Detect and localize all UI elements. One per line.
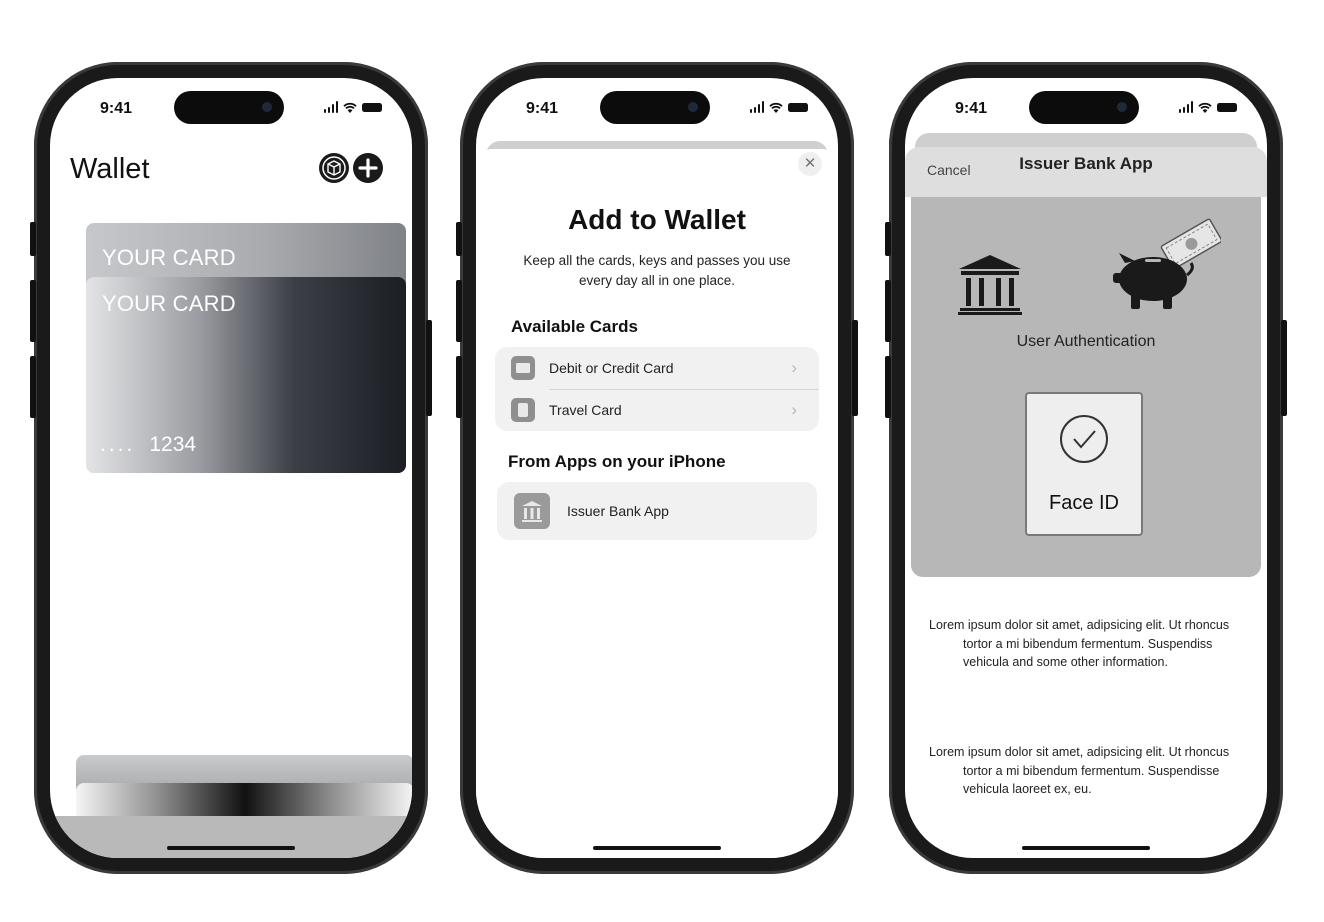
close-icon: ✕: [803, 155, 817, 172]
list-item-label: Travel Card: [549, 402, 622, 418]
wifi-icon: [343, 102, 357, 113]
chevron-right-icon: ›: [791, 358, 797, 377]
card-label: YOUR CARD: [102, 291, 236, 316]
volume-up-button: [30, 280, 36, 342]
list-item-travel-card[interactable]: Travel Card ›: [495, 389, 819, 431]
add-card-icon[interactable]: [352, 152, 384, 184]
piggy-bank-icon: [1113, 218, 1221, 309]
dynamic-island: [600, 91, 710, 124]
volume-down-button: [30, 356, 36, 418]
card-number-dots: ....: [100, 433, 136, 456]
status-time: 9:41: [100, 100, 133, 117]
mute-switch: [30, 222, 36, 256]
side-button: [1281, 320, 1287, 416]
status-bar: 9:41: [476, 78, 838, 130]
from-apps-heading: From Apps on your iPhone: [508, 452, 726, 471]
wallet-card-front[interactable]: YOUR CARD .... 1234: [86, 277, 406, 473]
stacked-pass[interactable]: [50, 816, 412, 858]
dynamic-island: [1029, 91, 1139, 124]
issuer-bank-screen: 9:41 Cancel Issuer Bank App User Authent…: [905, 78, 1267, 858]
list-item-issuer-bank-app[interactable]: Issuer Bank App: [497, 482, 817, 540]
close-button[interactable]: ✕: [798, 152, 822, 176]
list-item-debit-credit-card[interactable]: Debit or Credit Card ›: [495, 347, 819, 389]
wifi-icon: [769, 102, 783, 113]
signal-icon: [1178, 101, 1193, 113]
bank-building-icon: [958, 255, 1022, 315]
face-id-label: Face ID: [1048, 492, 1120, 514]
phone-wallet: 9:41 Wallet YOUR CARD YOUR CARD .... 123…: [30, 62, 432, 874]
navigation-bar: Cancel Issuer Bank App: [905, 147, 1267, 197]
dynamic-island: [174, 91, 284, 124]
nav-title: Issuer Bank App: [1019, 154, 1153, 173]
wallet-screen: 9:41 Wallet YOUR CARD YOUR CARD .... 123…: [50, 78, 412, 858]
card-number-last4: 1234: [149, 433, 197, 456]
card-icon: [511, 356, 535, 380]
signal-icon: [749, 101, 764, 113]
volume-up-button: [456, 280, 462, 342]
wifi-icon: [1198, 102, 1212, 113]
battery-icon: [1217, 102, 1237, 112]
card-label: YOUR CARD: [102, 245, 236, 270]
bank-icon: [514, 493, 550, 529]
phone-issuer-bank-app: 9:41 Cancel Issuer Bank App User Authent…: [885, 62, 1287, 874]
home-indicator[interactable]: [593, 846, 721, 850]
battery-icon: [362, 102, 382, 112]
status-time: 9:41: [526, 100, 559, 117]
phone-add-to-wallet: 9:41 ✕ Add to Wallet Keep all the cards,…: [456, 62, 858, 874]
travel-card-icon: [511, 398, 535, 422]
home-indicator[interactable]: [1022, 846, 1150, 850]
authentication-panel: User Authentication Face ID: [911, 197, 1261, 577]
status-bar: 9:41: [50, 78, 412, 130]
list-item-label: Debit or Credit Card: [549, 360, 674, 376]
available-cards-heading: Available Cards: [511, 317, 638, 336]
face-id-button[interactable]: Face ID: [1025, 392, 1143, 536]
chevron-right-icon: ›: [791, 400, 797, 419]
mute-switch: [456, 222, 462, 256]
mute-switch: [885, 222, 891, 256]
status-time: 9:41: [955, 100, 988, 117]
home-indicator[interactable]: [167, 846, 295, 850]
available-cards-list: Debit or Credit Card › Travel Card ›: [495, 347, 819, 431]
volume-up-button: [885, 280, 891, 342]
checkmark-circle-icon: [1060, 415, 1108, 463]
battery-icon: [788, 102, 808, 112]
info-paragraph: Lorem ipsum dolor sit amet, adipsicing e…: [929, 618, 1230, 669]
info-paragraph: Lorem ipsum dolor sit amet, adipsicing e…: [929, 745, 1230, 796]
card-number: .... 1234: [100, 433, 196, 457]
side-button: [852, 320, 858, 416]
signal-icon: [323, 101, 338, 113]
apps-list: Issuer Bank App: [497, 482, 817, 540]
scan-pass-icon[interactable]: [318, 152, 350, 184]
volume-down-button: [456, 356, 462, 418]
add-to-wallet-screen: 9:41 ✕ Add to Wallet Keep all the cards,…: [476, 78, 838, 858]
auth-label: User Authentication: [1016, 333, 1156, 350]
sheet-subtitle: Keep all the cards, keys and passes you …: [523, 253, 791, 288]
volume-down-button: [885, 356, 891, 418]
side-button: [426, 320, 432, 416]
sheet-title: Add to Wallet: [568, 204, 746, 235]
list-item-label: Issuer Bank App: [567, 503, 669, 519]
page-title: Wallet: [70, 153, 150, 185]
status-bar: 9:41: [905, 78, 1267, 130]
